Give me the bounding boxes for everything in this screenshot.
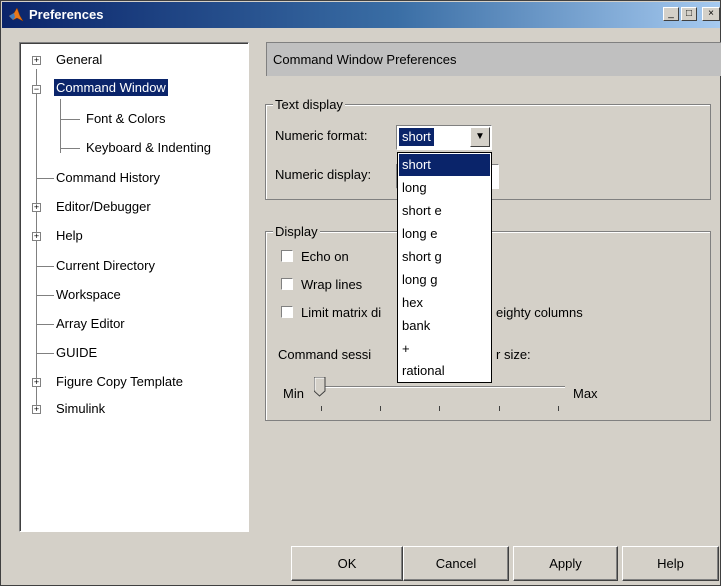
expand-icon[interactable]: + [32,56,41,65]
tree-item-current-directory[interactable]: Current Directory [56,258,155,273]
apply-button[interactable]: Apply [513,546,618,581]
text-display-title: Text display [273,97,345,112]
window-title: Preferences [29,7,104,22]
panel-header: Command Window Preferences [266,42,721,76]
tree-connector [60,119,80,120]
buffer-size-label: Command sessi [278,347,372,362]
numeric-display-label: Numeric display: [275,167,372,182]
tree-item-simulink[interactable]: Simulink [56,401,105,416]
tree-connector [36,295,54,296]
tree-item-keyboard-indenting[interactable]: Keyboard & Indenting [86,140,211,155]
tree-connector [36,324,54,325]
expand-icon[interactable]: + [32,232,41,241]
preferences-window: Preferences _ □ × + General − Command Wi… [0,0,721,586]
tree-item-label: General [56,52,103,67]
dropdown-option[interactable]: short [399,154,490,176]
dropdown-option[interactable]: short g [399,246,490,268]
dropdown-option[interactable]: short e [399,200,490,222]
buffer-size-label-end: r size: [496,347,531,362]
limit-matrix-checkbox[interactable] [281,306,293,318]
slider-tick [380,406,381,411]
numeric-format-dropdown-list[interactable]: short long short e long e short g long g… [397,152,492,383]
tree-item-editor-debugger[interactable]: Editor/Debugger [56,199,151,214]
preferences-tree[interactable]: + General − Command Window Font & Colors… [19,42,249,532]
title-bar[interactable]: Preferences _ □ × [2,2,720,28]
matlab-logo-icon [8,7,24,22]
tree-connector [36,178,54,179]
tree-item-general[interactable]: General [56,52,102,67]
tree-connector [36,353,54,354]
triangle-down-icon[interactable]: ▼ [470,127,490,147]
slider-max-label: Max [573,386,598,401]
dropdown-option[interactable]: long g [399,269,490,291]
minimize-button[interactable]: _ [663,7,679,21]
display-title: Display [273,224,320,239]
tree-item-help[interactable]: Help [56,228,83,243]
tree-item-label: Keyboard & Indenting [86,140,212,155]
panel-title: Command Window Preferences [273,52,457,67]
tree-item-font-colors[interactable]: Font & Colors [86,111,165,126]
expand-icon[interactable]: + [32,378,41,387]
tree-item-guide[interactable]: GUIDE [56,345,97,360]
numeric-format-select[interactable]: short ▼ [396,125,492,150]
collapse-icon[interactable]: − [32,85,41,94]
dropdown-option[interactable]: hex [399,292,490,314]
tree-item-command-window[interactable]: Command Window [54,79,168,96]
cancel-button[interactable]: Cancel [403,546,509,581]
slider-tick [439,406,440,411]
tree-item-command-history[interactable]: Command History [56,170,160,185]
dropdown-option[interactable]: + [399,338,490,360]
close-button[interactable]: × [702,7,720,21]
tree-item-workspace[interactable]: Workspace [56,287,121,302]
slider-tick [558,406,559,411]
slider-min-label: Min [283,386,304,401]
tree-item-label: Array Editor [56,316,125,331]
tree-item-label: Help [56,228,83,243]
limit-matrix-label: Limit matrix di [301,305,382,320]
tree-item-label: GUIDE [56,345,98,360]
ok-button[interactable]: OK [291,546,403,581]
numeric-format-label: Numeric format: [275,128,368,143]
dropdown-option[interactable]: bank [399,315,490,337]
echo-on-label: Echo on [301,249,349,264]
tree-item-label: Workspace [56,287,121,302]
help-button[interactable]: Help [622,546,719,581]
tree-item-label: Command Window [54,79,168,96]
dropdown-option[interactable]: rational [399,360,490,382]
tree-item-label: Font & Colors [86,111,166,126]
tree-item-array-editor[interactable]: Array Editor [56,316,125,331]
expand-icon[interactable]: + [32,405,41,414]
tree-connector [60,99,61,153]
tree-connector [60,148,80,149]
buffer-size-slider[interactable] [319,386,565,388]
tree-item-figure-copy-template[interactable]: Figure Copy Template [56,374,183,389]
wrap-lines-label: Wrap lines [301,277,363,292]
numeric-format-value: short [399,128,434,146]
tree-connector [36,266,54,267]
tree-item-label: Figure Copy Template [56,374,183,389]
tree-item-label: Simulink [56,401,106,416]
tree-item-label: Command History [56,170,161,185]
expand-icon[interactable]: + [32,203,41,212]
slider-tick [499,406,500,411]
maximize-button[interactable]: □ [681,7,697,21]
echo-on-checkbox[interactable] [281,250,293,262]
tree-item-label: Current Directory [56,258,155,273]
tree-item-label: Editor/Debugger [56,199,151,214]
dropdown-option[interactable]: long [399,177,490,199]
wrap-lines-checkbox[interactable] [281,278,293,290]
slider-thumb[interactable] [314,377,326,397]
slider-tick [321,406,322,411]
limit-matrix-label-end: eighty columns [496,305,583,320]
dropdown-option[interactable]: long e [399,223,490,245]
